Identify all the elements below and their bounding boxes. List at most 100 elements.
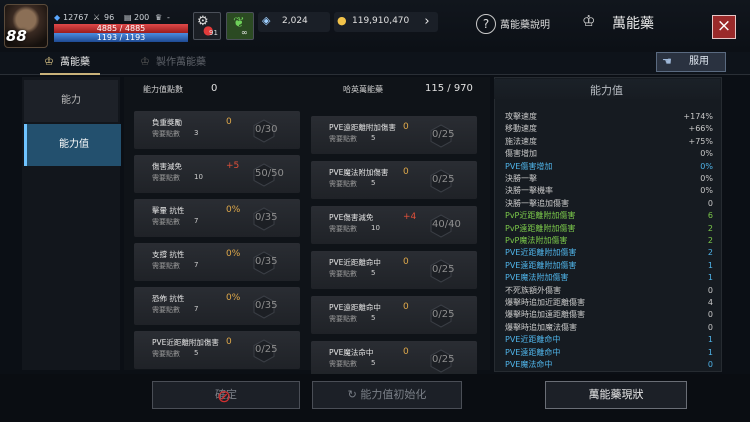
tab-elixir[interactable]: 萬能藥 [60, 52, 90, 74]
help-icon[interactable]: ? [476, 14, 496, 34]
use-button-label: 服用 [689, 56, 709, 67]
chevron-right-icon[interactable]: › [418, 12, 436, 32]
ability-card[interactable]: 支撐 抗性 需要點數 7 0% 0/35 [134, 243, 300, 281]
required-points-label: 需要點數 [329, 135, 357, 143]
stat-row: PVE近距離附加傷害 2 [505, 247, 715, 259]
required-points-label: 需要點數 [329, 180, 357, 188]
ability-bonus: 0 [403, 122, 409, 132]
stat-row: 決勝一擊 0% [505, 173, 715, 185]
ability-name: 擊暈 抗性 [152, 206, 185, 215]
ability-card[interactable]: PVE傷害減免 需要點數 10 +4 40/40 [311, 206, 477, 244]
stat-label: PVE魔法命中 [505, 360, 553, 369]
stat-row: PVE遠距離附加傷害 1 [505, 260, 715, 272]
tab-craft-elixir[interactable]: 製作萬能藥 [156, 52, 206, 74]
nav-ability-value[interactable]: 能力值 [24, 124, 121, 166]
required-points-label: 需要點數 [152, 306, 180, 314]
sword-icon: ⚔ [93, 13, 101, 22]
required-points-value: 5 [194, 349, 199, 357]
ability-progress: 0/25 [432, 354, 455, 365]
gold-coin-icon: ● [337, 14, 347, 27]
crystal-amount: 2,024 [282, 16, 308, 26]
stat-value: 0 [707, 310, 713, 320]
stat-value: 1 [707, 260, 713, 270]
ability-name: PVE遠距離附加傷害 [329, 123, 396, 132]
stat-row: PvP近距離附加傷害 6 [505, 210, 715, 222]
stat-label: PVE近距離附加傷害 [505, 248, 577, 258]
stat-value: +75% [688, 136, 713, 146]
stats-title: 能力值 [590, 84, 623, 97]
ability-card[interactable]: PVE遠距離命中 需要點數 5 0 0/25 [311, 296, 477, 334]
ability-bonus: 0 [403, 302, 409, 312]
stat-value: 0 [707, 285, 713, 295]
use-button[interactable]: ☚ 服用 [656, 52, 726, 72]
stat-label: 傷害增加 [505, 149, 537, 159]
ability-card[interactable]: PVE魔法附加傷害 需要點數 5 0 0/25 [311, 161, 477, 199]
stat-value: 6 [707, 211, 713, 221]
stat-row: PvP魔法附加傷害 2 [505, 235, 715, 247]
required-points-value: 7 [194, 261, 199, 269]
page-title: 萬能藥 [612, 16, 654, 32]
stat-row: PVE近距離命中 1 [505, 334, 715, 346]
trophy-stat: - [167, 13, 170, 22]
stat-label: 爆擊時追加遠距離傷害 [505, 310, 585, 320]
ability-progress: 0/35 [255, 300, 278, 311]
ability-bonus: 0% [226, 205, 241, 215]
required-points-label: 需要點數 [152, 262, 180, 270]
stat-row: 決勝一擊追加傷害 0 [505, 198, 715, 210]
ability-progress: 0/35 [255, 256, 278, 267]
apply-button[interactable]: 確定 ⊘ [152, 381, 300, 409]
infinity-icon: ∞ [241, 28, 248, 37]
stat-value: 0 [707, 322, 713, 332]
stat-label: 施法速度 [505, 136, 537, 146]
settings-slot[interactable]: ⚙ ● 91 [193, 12, 221, 40]
ability-card[interactable]: PVE近距離命中 需要點數 5 0 0/25 [311, 251, 477, 289]
status-button[interactable]: 萬能藥現狀 [545, 381, 687, 409]
required-points-value: 3 [194, 129, 199, 137]
ability-card[interactable]: 傷害減免 需要點數 10 +5 50/50 [134, 155, 300, 193]
ability-name: PVE近距離附加傷害 [152, 338, 219, 347]
close-button[interactable]: × [712, 15, 736, 39]
collection-value: 115 / 970 [425, 83, 473, 94]
stat-label: 爆擊時追加近距離傷害 [505, 298, 585, 307]
hand-icon: ☚ [662, 55, 672, 68]
stat-row: PvP遠距離附加傷害 2 [505, 223, 715, 235]
ability-name: 恐佈 抗性 [152, 294, 185, 303]
stat-value: +174% [683, 112, 713, 121]
ability-name: 負重獎勵 [152, 118, 182, 127]
required-points-label: 需要點數 [152, 130, 180, 138]
reset-button[interactable]: ↻ 能力值初始化 [312, 381, 462, 409]
required-points-value: 10 [371, 224, 380, 232]
reset-button-label: 能力值初始化 [360, 388, 427, 401]
required-points-label: 需要點數 [152, 174, 180, 182]
trophy-icon: ♛ [155, 13, 163, 22]
required-points-value: 5 [371, 134, 376, 142]
nav-ability[interactable]: 能力 [24, 80, 118, 122]
crystal-icon: ◈ [262, 14, 271, 27]
ability-bonus: 0 [403, 347, 409, 357]
ability-card[interactable]: PVE近距離附加傷害 需要點數 5 0 0/25 [134, 331, 300, 369]
stat-label: 決勝一擊追加傷害 [505, 198, 569, 208]
ability-card[interactable]: PVE遠距離附加傷害 需要點數 5 0 0/25 [311, 116, 477, 154]
stat-label: PVE遠距離附加傷害 [505, 260, 577, 270]
stat-value: 2 [707, 236, 713, 245]
stat-value: 2 [707, 223, 713, 233]
stat-label: PvP遠距離附加傷害 [505, 223, 576, 233]
herb-slot[interactable]: ❦ ∞ [226, 12, 254, 40]
ability-card[interactable]: 擊暈 抗性 需要點數 7 0% 0/35 [134, 199, 300, 237]
help-label[interactable]: 萬能藥說明 [500, 16, 550, 31]
stat-row: 傷害增加 0% [505, 148, 715, 160]
ability-progress: 0/25 [255, 344, 278, 355]
required-points-value: 5 [371, 179, 376, 187]
stat-row: 爆擊時追加魔法傷害 0 [505, 322, 715, 334]
ability-bonus: 0 [403, 167, 409, 177]
stat-label: PVE遠距離命中 [505, 347, 561, 357]
stat-row: 移動速度 +66% [505, 123, 715, 135]
combat-power: 12767 [63, 13, 89, 22]
bag-icon: ▤ [124, 13, 132, 22]
stat-row: PVE傷害增加 0% [505, 161, 715, 173]
ability-card[interactable]: 恐佈 抗性 需要點數 7 0% 0/35 [134, 287, 300, 325]
required-points-label: 需要點數 [329, 270, 357, 278]
refresh-icon: ↻ [347, 388, 357, 401]
stat-value: 4 [707, 298, 713, 307]
ability-card[interactable]: 負重獎勵 需要點數 3 0 0/30 [134, 111, 300, 149]
